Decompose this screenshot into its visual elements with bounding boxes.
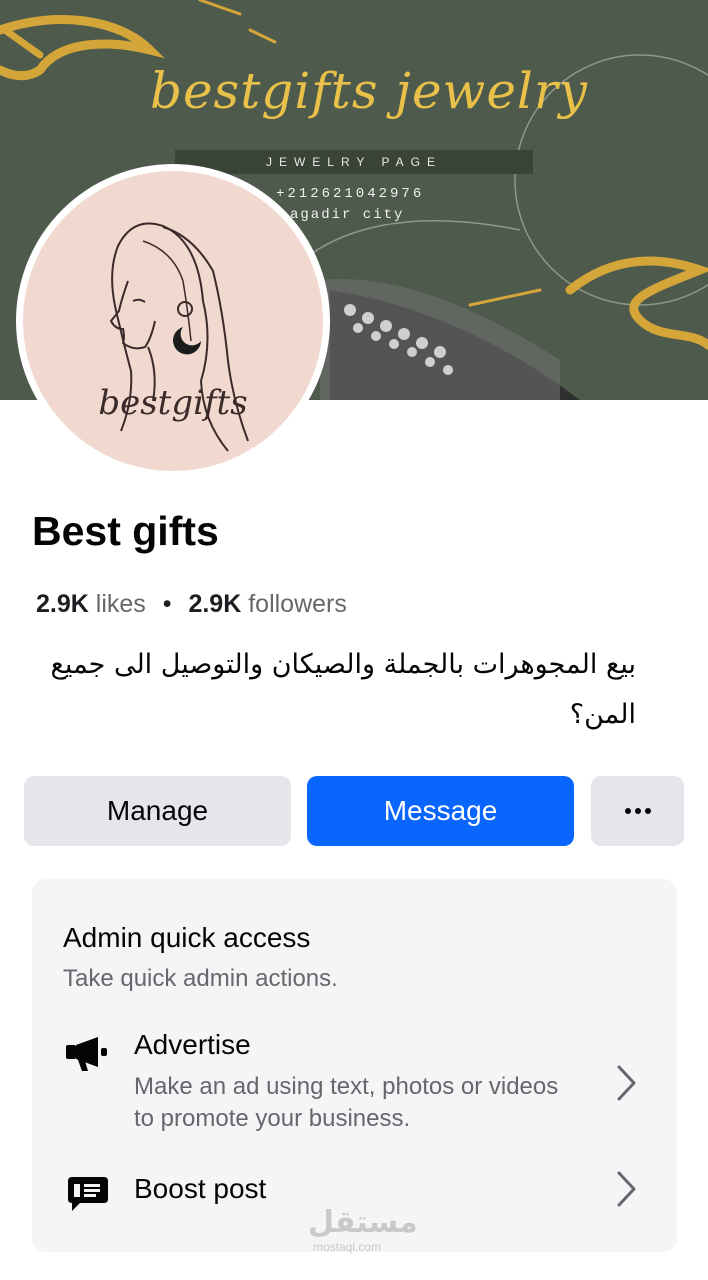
megaphone-icon (66, 1037, 107, 1071)
likes-count: 2.9K (36, 590, 89, 618)
followers-label[interactable]: followers (248, 590, 347, 618)
advertise-title: Advertise (134, 1029, 251, 1060)
manage-button[interactable]: Manage (24, 776, 291, 846)
page-title: Best gifts (32, 508, 219, 554)
avatar-logo-text: bestgifts (98, 383, 248, 423)
watermark-logo: مستقل (308, 1205, 418, 1240)
stats-separator: • (162, 590, 172, 618)
more-dots-icon (624, 808, 651, 814)
page-stats: 2.9K likes • 2.9K followers (36, 590, 347, 619)
card-subtitle: Take quick admin actions. (63, 965, 338, 992)
admin-quick-access-card: Admin quick access Take quick admin acti… (32, 879, 677, 1252)
watermark-url: mostaql.com (313, 1240, 382, 1254)
boost-post-title: Boost post (134, 1173, 267, 1204)
cover-phone: +212621042976 (276, 186, 425, 202)
message-button[interactable]: Message (307, 776, 574, 846)
cover-city: agadir city (290, 207, 405, 223)
followers-count: 2.9K (188, 590, 242, 618)
more-options-button[interactable] (591, 776, 684, 846)
avatar-image: bestgifts (23, 171, 323, 471)
likes-label[interactable]: likes (96, 590, 146, 618)
cover-brand-script: bestgifts jewelry (149, 62, 589, 120)
profile-avatar[interactable]: bestgifts (16, 164, 330, 478)
advertise-description: Make an ad using text, photos or videos … (134, 1073, 559, 1132)
chevron-right-icon (617, 1171, 636, 1207)
woman-portrait-illustration (109, 222, 249, 452)
card-title: Admin quick access (63, 922, 311, 953)
advertise-row[interactable]: Advertise Make an ad using text, photos … (32, 1029, 677, 1139)
boost-post-icon (68, 1177, 108, 1211)
cover-band-label: JEWELRY PAGE (175, 150, 533, 174)
page-bio: بيع المجوهرات بالجملة والصيكان والتوصيل … (50, 649, 636, 730)
chevron-right-icon (617, 1065, 636, 1101)
